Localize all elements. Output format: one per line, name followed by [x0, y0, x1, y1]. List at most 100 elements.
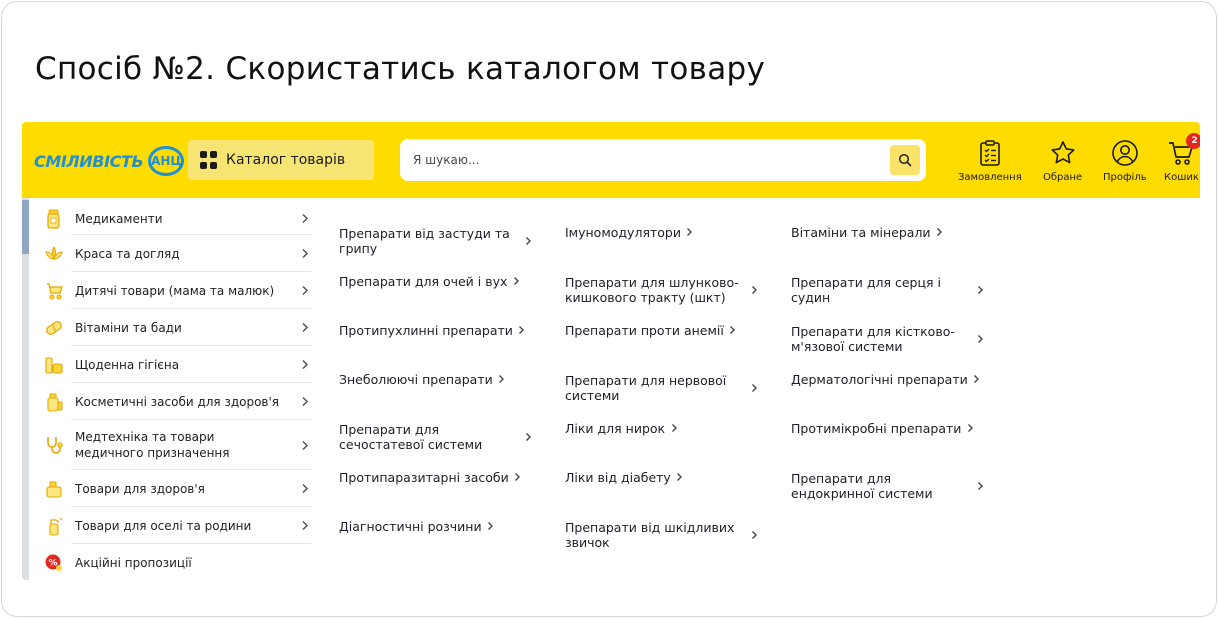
sidebar-item-medicines[interactable]: Медикаменти: [29, 202, 311, 235]
sidebar-item-hygiene[interactable]: Щоденна гігієна: [29, 346, 311, 383]
subcategory-item[interactable]: Препарати для серця і судин: [791, 272, 990, 308]
subcategory-item[interactable]: Препарати для кістково-м'язової системи: [791, 321, 990, 357]
subcategory-item[interactable]: Імуномодулятори: [565, 223, 764, 241]
stethoscope-icon: [43, 434, 65, 456]
chevron-right-icon: [669, 422, 679, 434]
logo-text: СМІЛИВІСТЬ: [34, 151, 144, 171]
search-icon: [898, 153, 912, 167]
sidebar-item-cosmetics[interactable]: Косметичні засоби для здоров'я: [29, 383, 311, 420]
profile-label: Профіль: [1103, 172, 1147, 183]
subcategory-item[interactable]: Знеболюючі препарати: [339, 370, 538, 388]
chevron-right-icon: [749, 529, 759, 541]
search-box: [400, 139, 926, 181]
chevron-right-icon: [299, 483, 311, 495]
chevron-right-icon: [513, 471, 523, 483]
medicine-bottle-icon: [43, 208, 65, 230]
sidebar-item-home[interactable]: Товари для оселі та родини: [29, 507, 311, 544]
chevron-right-icon: [935, 226, 945, 238]
sidebar-item-label: Щоденна гігієна: [75, 357, 180, 372]
star-icon: [1048, 138, 1078, 168]
slide-card: Спосіб №2. Скористатись каталогом товару…: [1, 1, 1217, 617]
sidebar-item-label: Дитячі товари (мама та малюк): [75, 283, 275, 298]
sidebar-item-vitamins[interactable]: Вітаміни та бади: [29, 309, 311, 346]
chevron-right-icon: [975, 284, 985, 296]
sidebar-item-health[interactable]: Товари для здоров'я: [29, 470, 311, 507]
subcategory-item[interactable]: Ліки від діабету: [565, 468, 764, 486]
site-header: СМІЛИВІСТЬ АНЦ Каталог товарів Замовленн…: [22, 122, 1200, 198]
chevron-right-icon: [728, 324, 738, 336]
subcategory-item[interactable]: Препарати для очей і вух: [339, 272, 538, 290]
sidebar-item-label: Медтехніка та товари медичного призначен…: [75, 430, 230, 460]
stroller-icon: [43, 280, 65, 302]
subcategory-item[interactable]: Діагностичні розчини: [339, 517, 538, 535]
catalog-button-label: Каталог товарів: [226, 152, 346, 168]
subcategory-item[interactable]: Препарати для сечостатевої системи: [339, 419, 538, 455]
discount-badge-icon: %: [43, 552, 65, 574]
chevron-right-icon: [523, 235, 533, 247]
site-screenshot: СМІЛИВІСТЬ АНЦ Каталог товарів Замовленн…: [22, 122, 1200, 580]
subcategory-item[interactable]: Препарати від застуди та грипу: [339, 223, 538, 259]
sidebar-item-label: Краса та догляд: [75, 246, 180, 261]
chevron-right-icon: [749, 382, 759, 394]
grid-icon: [200, 151, 218, 169]
sidebar-item-beauty[interactable]: Краса та догляд: [29, 235, 311, 272]
sidebar-scrollbar-thumb[interactable]: [22, 200, 29, 254]
health-box-icon: [43, 478, 65, 500]
subcategory-item[interactable]: Протимікробні препарати: [791, 419, 990, 437]
svg-text:%: %: [48, 558, 57, 568]
chevron-right-icon: [511, 275, 521, 287]
cart-icon: 2: [1166, 133, 1200, 168]
subcategory-item[interactable]: Препарати для ендокринної системи: [791, 468, 990, 504]
chevron-right-icon: [299, 359, 311, 371]
catalog-button[interactable]: Каталог товарів: [188, 140, 374, 180]
favorites-button[interactable]: Обране: [1043, 138, 1082, 186]
subcategory-item[interactable]: Протипаразитарні засоби: [339, 468, 538, 486]
chevron-right-icon: [972, 373, 982, 385]
search-button[interactable]: [890, 145, 920, 175]
favorites-label: Обране: [1043, 172, 1083, 183]
chevron-right-icon: [675, 471, 685, 483]
profile-button[interactable]: Профіль: [1103, 138, 1147, 186]
search-input[interactable]: [400, 153, 890, 167]
subcategory-item[interactable]: Протипухлинні препарати: [339, 321, 538, 339]
chevron-right-icon: [486, 520, 496, 532]
clipboard-list-icon: [975, 138, 1005, 168]
sidebar-item-label: Акційні пропозиції: [75, 555, 192, 570]
subcategory-item[interactable]: Препарати для нервової системи: [565, 370, 764, 406]
sidebar-item-label: Медикаменти: [75, 211, 163, 226]
subcategory-item[interactable]: Ліки для нирок: [565, 419, 764, 437]
cart-button[interactable]: 2 Кошик: [1164, 133, 1200, 186]
cart-count-badge: 2: [1186, 133, 1200, 149]
sidebar-item-medtech[interactable]: Медтехніка та товари медичного призначен…: [29, 420, 311, 470]
logo-badge: АНЦ: [148, 146, 185, 176]
orders-label: Замовлення: [958, 172, 1022, 183]
sidebar-item-label: Вітаміни та бади: [75, 320, 182, 335]
pill-icon: [43, 317, 65, 339]
chevron-right-icon: [299, 248, 311, 260]
sidebar-item-label: Товари для оселі та родини: [75, 518, 252, 533]
category-sidebar: Медикаменти Краса та догляд Дитячі товар…: [29, 198, 311, 580]
chevron-right-icon: [299, 439, 311, 451]
sidebar-item-label: Косметичні засоби для здоров'я: [75, 394, 280, 409]
subcategory-item[interactable]: Препарати від шкідливих звичок: [565, 517, 764, 553]
cream-tube-icon: [43, 391, 65, 413]
chevron-right-icon: [523, 431, 533, 443]
hygiene-icon: [43, 354, 65, 376]
cart-label: Кошик: [1164, 172, 1199, 183]
subcategory-item[interactable]: Препарати проти анемії: [565, 321, 764, 339]
slide-title: Спосіб №2. Скористатись каталогом товару: [35, 51, 766, 87]
subcategory-item[interactable]: Препарати для шлунково-кишкового тракту …: [565, 272, 764, 308]
chevron-right-icon: [975, 333, 985, 345]
lotus-icon: [43, 243, 65, 265]
chevron-right-icon: [517, 324, 527, 336]
orders-button[interactable]: Замовлення: [958, 138, 1022, 186]
sidebar-item-promotions[interactable]: % Акційні пропозиції: [29, 544, 311, 580]
sidebar-scrollbar[interactable]: [22, 198, 29, 580]
chevron-right-icon: [965, 422, 975, 434]
chevron-right-icon: [685, 226, 695, 238]
sidebar-item-label: Товари для здоров'я: [75, 481, 205, 496]
sidebar-item-kids[interactable]: Дитячі товари (мама та малюк): [29, 272, 311, 309]
site-logo[interactable]: СМІЛИВІСТЬ АНЦ: [34, 144, 186, 178]
subcategory-item[interactable]: Дерматологічні препарати: [791, 370, 990, 388]
subcategory-item[interactable]: Вітаміни та мінерали: [791, 223, 990, 241]
